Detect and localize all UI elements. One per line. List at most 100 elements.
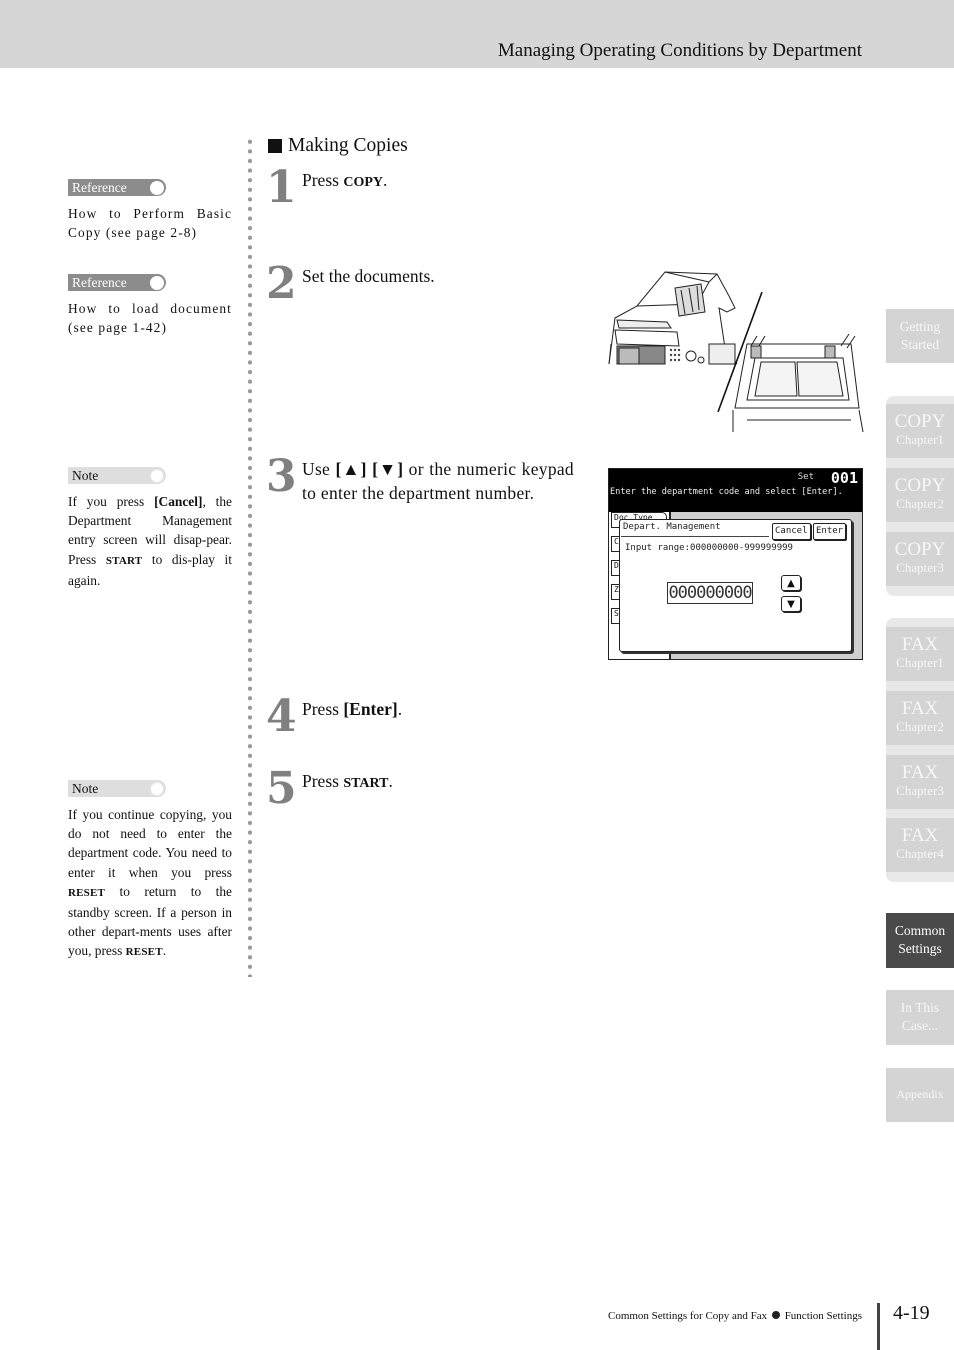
tab-common-settings[interactable]: Common Settings <box>886 913 954 968</box>
reference-tag: Reference <box>68 179 166 196</box>
reference-tag-label: Reference <box>72 179 127 195</box>
note-tag: Note <box>68 780 166 797</box>
step-text: Press START. <box>302 767 393 796</box>
tab-copy-chapter1[interactable]: COPY Chapter1 <box>886 404 954 458</box>
tab-sublabel: Chapter1 <box>896 655 944 670</box>
step-text-part: Press <box>302 699 344 719</box>
step-number: 2 <box>266 258 297 309</box>
step-2: 2 Set the documents. <box>266 262 435 306</box>
note-text-part: If you press <box>68 494 155 509</box>
reference-text[interactable]: How to load document (see page 1-42) <box>68 299 232 337</box>
step-text-part: . <box>383 170 388 190</box>
reference-text[interactable]: How to Perform Basic Copy (see page 2-8) <box>68 204 232 242</box>
note-start-key: START <box>105 554 143 567</box>
tab-label: In This <box>900 1000 940 1015</box>
footer-divider <box>877 1303 880 1350</box>
bullet-icon <box>771 1311 780 1319</box>
tab-sublabel: Chapter3 <box>896 783 944 798</box>
tab-label: Common <box>894 923 946 938</box>
footer-breadcrumb: Common Settings for Copy and Fax Functio… <box>608 1310 862 1322</box>
tab-label: Getting <box>899 319 941 334</box>
step-3: 3 Use [▲] [▼] or the numeric keypad to e… <box>266 455 574 505</box>
tag-circle-icon <box>150 468 164 483</box>
step-4: 4 Press [Enter]. <box>266 695 402 739</box>
tab-sublabel: Chapter1 <box>896 432 944 447</box>
tab-fax-chapter2[interactable]: FAX Chapter2 <box>886 691 954 745</box>
note-text: If you continue copying, you do not need… <box>68 805 232 963</box>
step-5: 5 Press START. <box>266 767 393 811</box>
up-arrow-button[interactable]: ▲ <box>781 575 801 591</box>
dotted-divider <box>247 137 253 977</box>
square-bullet-icon <box>268 139 282 153</box>
tab-label: Started <box>900 337 940 352</box>
tab-appendix[interactable]: Appendix <box>886 1068 954 1122</box>
tag-circle-icon <box>150 275 164 290</box>
tab-copy-chapter3[interactable]: COPY Chapter3 <box>886 532 954 586</box>
tab-label: Settings <box>898 941 942 956</box>
department-code-field[interactable]: 000000000 <box>667 582 753 604</box>
reference-box-load-document: Reference How to load document (see page… <box>68 274 232 337</box>
tab-label: COPY <box>894 475 946 496</box>
page-header-title: Managing Operating Conditions by Departm… <box>497 40 862 61</box>
note-cancel-key: [Cancel] <box>154 494 203 509</box>
lcd-screen: Set 001 Enter the department code and se… <box>608 468 863 660</box>
lcd-copy-count: 001 <box>830 469 858 487</box>
copier-illustration <box>608 271 864 432</box>
tab-sublabel: Chapter2 <box>896 719 944 734</box>
tag-circle-icon <box>150 180 164 195</box>
note-text-part: . <box>162 943 167 959</box>
dialog-title-underline <box>621 536 769 537</box>
step-text-part: . <box>397 699 403 719</box>
step-text: Press [Enter]. <box>302 695 402 721</box>
note-reset-key: RESET <box>68 886 106 899</box>
step-number: 4 <box>266 691 297 742</box>
tab-fax-chapter3[interactable]: FAX Chapter3 <box>886 755 954 809</box>
section-heading: Making Copies <box>268 135 408 157</box>
step-text-part: Use <box>302 459 336 479</box>
arrow-keys-label: [▲] [▼] <box>335 459 404 479</box>
tab-label: Appendix <box>896 1087 944 1101</box>
note-tag: Note <box>68 467 166 484</box>
tab-fax-chapter4[interactable]: FAX Chapter4 <box>886 818 954 872</box>
tab-getting-started[interactable]: Getting Started <box>886 309 954 363</box>
tab-label: FAX <box>901 698 939 719</box>
tab-label: FAX <box>901 825 939 846</box>
lcd-message: Enter the department code and select [En… <box>610 487 843 497</box>
dialog-title: Depart. Management <box>623 522 721 532</box>
enter-button[interactable]: Enter <box>813 523 847 540</box>
tab-sublabel: Chapter2 <box>896 496 944 511</box>
step-text-part: Press <box>302 170 344 190</box>
note-text: If you press [Cancel], the Department Ma… <box>68 492 232 590</box>
step-text-part: Press <box>302 771 344 791</box>
reference-tag-label: Reference <box>72 274 127 290</box>
tab-sublabel: Chapter4 <box>896 846 944 861</box>
down-arrow-button[interactable]: ▼ <box>781 596 801 612</box>
header-band: Managing Operating Conditions by Departm… <box>0 0 954 68</box>
reference-tag: Reference <box>68 274 166 291</box>
note-reset-key: RESET <box>125 946 163 959</box>
tab-label: Case... <box>901 1018 939 1033</box>
step-text: Press COPY. <box>302 166 387 195</box>
tab-in-this-case[interactable]: In This Case... <box>886 990 954 1045</box>
note-box-continue-copying: Note If you continue copying, you do not… <box>68 780 232 963</box>
lcd-set-label: Set <box>797 472 814 482</box>
tab-copy-chapter2[interactable]: COPY Chapter2 <box>886 468 954 522</box>
copy-key-label: COPY <box>343 175 383 190</box>
depart-management-dialog: Depart. Management Cancel Enter Input ra… <box>619 519 852 652</box>
tab-label: FAX <box>901 762 939 783</box>
tag-circle-icon <box>150 781 164 796</box>
tab-fax-chapter1[interactable]: FAX Chapter1 <box>886 627 954 681</box>
step-text-part: . <box>388 771 393 791</box>
note-text-part: If you continue copying, you do not need… <box>68 807 232 880</box>
step-number: 5 <box>266 763 297 814</box>
tab-label: COPY <box>894 411 946 432</box>
note-tag-label: Note <box>72 467 99 483</box>
step-number: 1 <box>266 162 297 213</box>
cancel-button[interactable]: Cancel <box>772 523 811 540</box>
page-number: 4-19 <box>893 1302 930 1324</box>
glass-platen-drawing <box>732 333 864 432</box>
step-text: Set the documents. <box>302 266 435 286</box>
tab-sublabel: Chapter3 <box>896 560 944 575</box>
copier-body-drawing <box>608 271 738 365</box>
enter-key-label: [Enter] <box>343 699 398 719</box>
